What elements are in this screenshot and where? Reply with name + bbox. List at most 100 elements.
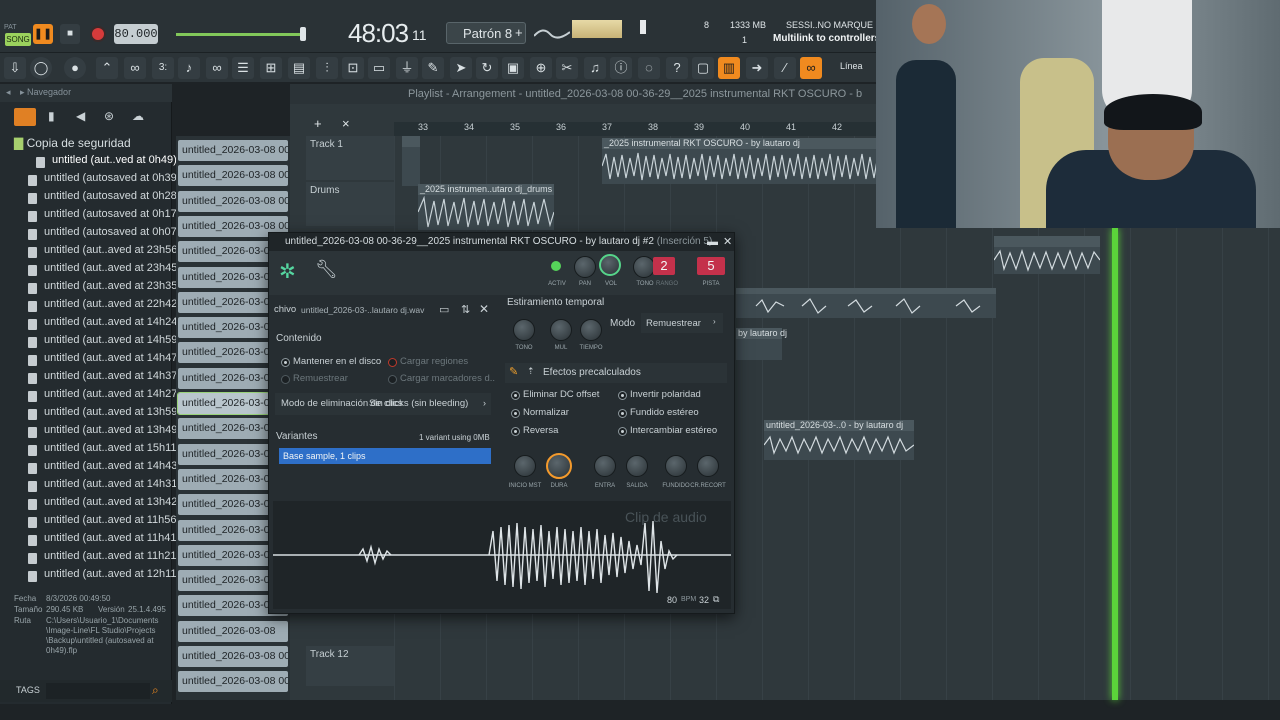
audio-clip-right[interactable] <box>994 236 1100 274</box>
add-track-icon[interactable]: + <box>314 116 322 131</box>
waveform-tab-icon[interactable]: ✲ <box>279 259 296 284</box>
audio-clip-small[interactable]: by lautaro dj <box>736 328 787 360</box>
browser-cloud-tab-icon[interactable]: ☁ <box>132 109 144 123</box>
arrow-up-icon[interactable]: ⇡ <box>527 366 535 377</box>
browser-file-item[interactable]: untitled (aut..aved at 14h47) <box>28 352 181 370</box>
stretch-mul-knob[interactable] <box>550 319 572 341</box>
fit-icon[interactable]: ⧉ <box>713 594 719 605</box>
click-mode-row[interactable]: Modo de eliminación de clics Sin clicks … <box>275 393 491 415</box>
arrow-icon[interactable]: ➤ <box>450 57 472 79</box>
stretch-mode-dropdown[interactable]: Remuestrear › <box>641 313 723 333</box>
length-knob[interactable] <box>546 453 572 479</box>
browser-file-item[interactable]: untitled (aut..aved at 12h11) <box>28 568 180 586</box>
load-regions-radio[interactable] <box>388 358 397 367</box>
render-icon[interactable]: ⊕ <box>530 57 552 79</box>
mixer-track-display[interactable]: 5 <box>697 257 725 275</box>
next-icon[interactable]: ➜ <box>746 57 768 79</box>
mic-icon[interactable]: ♫ <box>584 57 606 79</box>
browser-file-item[interactable]: untitled (aut..aved at 13h49) <box>28 424 181 442</box>
master-volume-handle[interactable] <box>300 27 306 41</box>
channel-button[interactable]: untitled_2026-03-08 00-... <box>178 140 288 161</box>
channel-rack-icon[interactable]: ⊞ <box>260 57 282 79</box>
sample-waveform-display[interactable]: Clip de audio 80 BPM 32 ⧉ <box>273 501 731 609</box>
browser-file-item[interactable]: untitled (aut..aved at 13h59) <box>28 406 181 424</box>
browser-file-item[interactable]: untitled (aut..aved at 13h42) <box>28 496 181 514</box>
browser-file-item[interactable]: untitled (aut..aved at 22h42) <box>28 298 181 316</box>
channel-button[interactable]: untitled_2026-03-08 00-... <box>178 646 288 667</box>
link-icon[interactable]: ∞ <box>800 57 822 79</box>
channel-button[interactable]: untitled_2026-03-08 00-... <box>178 671 288 693</box>
reverse-radio[interactable] <box>511 427 520 436</box>
browser-file-item[interactable]: untitled (aut..aved at 23h35) <box>28 280 181 298</box>
step-edit-icon[interactable]: 3: <box>152 57 174 79</box>
browser-file-item[interactable]: untitled (aut..aved at 11h56) <box>28 514 180 532</box>
swap-stereo-radio[interactable] <box>618 427 627 436</box>
mixer-faders-icon[interactable]: ⫶ <box>316 57 338 79</box>
load-markers-radio[interactable] <box>388 375 397 384</box>
search-icon[interactable]: ⌕ <box>152 683 159 698</box>
fade-in-knob[interactable] <box>594 455 616 477</box>
undo-icon[interactable]: ↻ <box>476 57 498 79</box>
stretch-pitch-knob[interactable] <box>513 319 535 341</box>
cut-icon[interactable]: ✂ <box>556 57 578 79</box>
snap-mode-label[interactable]: Línea <box>840 61 863 71</box>
browser-file-item[interactable]: untitled (aut..aved at 23h45) <box>28 262 181 280</box>
resample-radio[interactable] <box>281 375 290 384</box>
browser-file-item[interactable]: untitled (aut..aved at 14h59) <box>28 334 181 352</box>
browser-folder-tab-icon[interactable]: ▮ <box>48 109 55 123</box>
close-icon[interactable]: ✕ <box>723 233 732 251</box>
wait-icon[interactable]: ∞ <box>206 57 228 79</box>
pan-knob[interactable] <box>574 256 596 278</box>
loop-record-icon[interactable]: ∞ <box>124 57 146 79</box>
browser-file-item[interactable]: untitled (aut..aved at 14h37) <box>28 370 181 388</box>
track-header-1[interactable]: Track 1 <box>306 136 394 180</box>
tempo-display[interactable]: 80.000 <box>114 24 158 44</box>
pattern-selector[interactable]: Patrón 8 + <box>446 22 526 44</box>
pitch-range-display[interactable]: 2 <box>653 257 675 275</box>
browser-file-item[interactable]: untitled (autosaved at 0h28) <box>28 190 180 208</box>
channel-button[interactable]: untitled_2026-03-08 <box>178 620 288 642</box>
wrench-icon[interactable]: ✎ <box>509 365 518 378</box>
audio-clip-rkt[interactable]: _2025 instrumental RKT OSCURO - by lauta… <box>602 138 890 184</box>
metronome-knob-icon[interactable]: ◯ <box>30 57 52 79</box>
help-icon[interactable]: ? <box>666 57 688 79</box>
minimize-icon[interactable]: ▬ <box>707 233 718 251</box>
volume-knob[interactable] <box>599 254 621 276</box>
sample-file-name[interactable]: untitled_2026-03-..lautaro dj.wav <box>301 305 424 315</box>
browser-all-tab[interactable] <box>14 108 36 126</box>
chat-icon[interactable]: ◌ <box>638 57 660 79</box>
wand-icon[interactable]: ⁄ <box>774 57 796 79</box>
browser-file-item[interactable]: untitled (aut..aved at 23h56) <box>28 244 181 262</box>
track-header-12[interactable]: Track 12 <box>306 646 394 686</box>
browser-speaker-tab-icon[interactable]: ◀ <box>76 109 85 123</box>
browser-file-item[interactable]: untitled (autosaved at 0h17) <box>28 208 180 226</box>
stop-button[interactable]: ■ <box>60 24 80 44</box>
download-icon[interactable]: ⇩ <box>4 57 26 79</box>
channel-button[interactable]: untitled_2026-03-08 00-... <box>178 190 288 212</box>
file-icon[interactable]: ▭ <box>368 57 390 79</box>
save-icon[interactable]: ▣ <box>502 57 524 79</box>
time-display[interactable]: 48:03 <box>348 18 409 49</box>
arrow-left-icon[interactable]: ◂ <box>6 87 11 98</box>
remove-dc-radio[interactable] <box>511 391 520 400</box>
overdub-icon[interactable]: ♪ <box>178 57 200 79</box>
browser-file-item[interactable]: untitled (aut..aved at 11h41) <box>28 532 180 550</box>
backup-folder[interactable]: ▇ Copia de seguridad <box>14 136 131 150</box>
record-button[interactable] <box>90 26 106 42</box>
playhead[interactable] <box>1112 228 1118 700</box>
folder-icon[interactable]: ▭ <box>439 303 449 316</box>
playlist-icon[interactable]: ▥ <box>718 57 740 79</box>
delete-track-icon[interactable]: × <box>342 116 350 131</box>
audio-clip-untitled[interactable]: untitled_2026-03-..0 - by lautaro dj <box>764 420 914 460</box>
audio-clip-drums[interactable]: _2025 instrumen..utaro dj_drums <box>418 184 554 230</box>
wrench-tab-icon[interactable]: 🔧︎ <box>315 259 338 280</box>
stretch-time-knob[interactable] <box>580 319 602 341</box>
browser-file-item[interactable]: untitled (aut..aved at 14h27) <box>28 388 181 406</box>
sampler-title-bar[interactable]: untitled_2026-03-08 00-36-29__2025 instr… <box>269 233 734 251</box>
pitch-knob-icon[interactable]: ● <box>64 57 86 79</box>
tags-search-input[interactable] <box>46 683 150 699</box>
active-led[interactable] <box>551 261 561 271</box>
browser-file-item[interactable]: untitled (aut..aved at 14h43) <box>28 460 181 478</box>
browser-file-item[interactable]: untitled (aut..aved at 11h21) <box>28 550 180 568</box>
browser-plugin-tab-icon[interactable]: ⊛ <box>104 109 114 123</box>
